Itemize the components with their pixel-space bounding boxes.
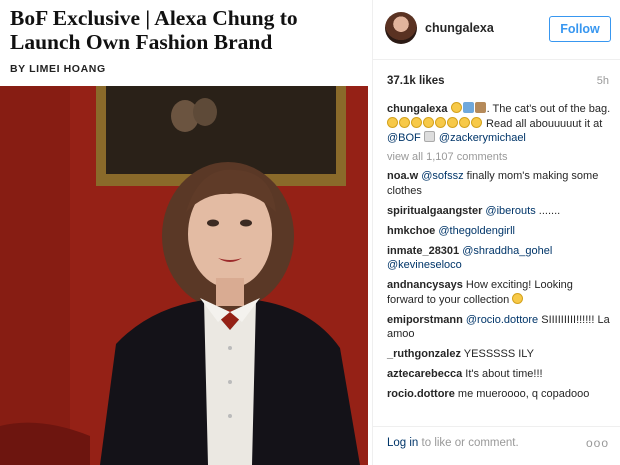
comment-item: inmate_28301 @shraddha_gohel @kevineselo… (387, 244, 612, 273)
post-caption: chungalexa . The cat's out of the bag. R… (387, 102, 612, 146)
comment-item: aztecarebecca It's about time!!! (387, 367, 612, 382)
avatar[interactable] (385, 12, 417, 44)
follow-button[interactable]: Follow (549, 16, 611, 42)
article-photo (0, 86, 368, 465)
smile-emoji-icon (447, 116, 458, 128)
comment-username[interactable]: spiritualgaangster (387, 205, 482, 217)
comment-username[interactable]: hmkchoe (387, 225, 435, 237)
comment-mention[interactable]: @iberouts (485, 205, 535, 217)
login-link[interactable]: Log in (387, 437, 418, 449)
caption-username[interactable]: chungalexa (387, 103, 448, 115)
comment-item: andnancysays How exciting! Looking forwa… (387, 278, 612, 307)
post-footer: Log in to like or comment. ooo (373, 426, 620, 465)
caption-mention-bof[interactable]: @BOF (387, 132, 421, 144)
portrait-illustration (0, 86, 368, 465)
post-header: chungalexa Follow (373, 0, 620, 60)
comment-item: spiritualgaangster @iberouts ....... (387, 204, 612, 219)
smile-emoji-icon (411, 116, 422, 128)
arrow-emoji-icon (462, 102, 474, 113)
caption-text-2: Read all abouuuuut it at (483, 117, 603, 130)
view-all-comments-link[interactable]: view all 1,107 comments (387, 150, 612, 165)
smile-emoji-icon (459, 116, 470, 128)
comment-username[interactable]: aztecarebecca (387, 368, 462, 380)
comment-username[interactable]: _ruthgonzalez (387, 348, 461, 360)
comment-mention[interactable]: @thegoldengirll (438, 225, 515, 237)
comment-text: finally mom's making some clothes (387, 170, 599, 197)
smile-emoji-icon (435, 116, 446, 128)
article-headline[interactable]: BoF Exclusive | Alexa Chung to Launch Ow… (10, 6, 362, 54)
post-username[interactable]: chungalexa (425, 21, 494, 35)
likes-count[interactable]: 37.1k likes (387, 75, 445, 87)
comment-mention[interactable]: @sofssz (421, 170, 463, 182)
comment-username[interactable]: inmate_28301 (387, 245, 459, 257)
post-timestamp[interactable]: 5h (597, 75, 609, 87)
likes-row: 37.1k likes 5h (387, 75, 609, 91)
smile-emoji-icon (471, 116, 482, 128)
more-options-icon[interactable]: ooo (586, 436, 609, 450)
smile-emoji-icon (387, 116, 398, 128)
login-prompt: Log in to like or comment. (387, 437, 519, 449)
newspaper-emoji-icon (423, 131, 435, 142)
smile-emoji-icon (423, 116, 434, 128)
comment-item: rocio.dottore me mueroooo, q copadooo (387, 387, 612, 402)
comment-text: It's about time!!! (462, 368, 543, 380)
comments-list: chungalexa . The cat's out of the bag. R… (387, 102, 612, 407)
comment-text: me mueroooo, q copadooo (454, 388, 590, 400)
smile-emoji-icon (512, 292, 524, 304)
comment-item: emiporstmann @rocio.dottore SIIIIIIIII!!… (387, 313, 612, 342)
article-panel: BoF Exclusive | Alexa Chung to Launch Ow… (0, 0, 368, 465)
instagram-embed: chungalexa Follow 37.1k likes 5h chungal… (372, 0, 620, 465)
smile-emoji-icon (399, 116, 410, 128)
comment-username[interactable]: rocio.dottore (387, 388, 455, 400)
comment-username[interactable]: andnancysays (387, 279, 463, 291)
article-byline: BY LIMEI HOANG (10, 63, 106, 75)
caption-text-1: . The cat's out of the bag. (486, 103, 611, 115)
comment-username[interactable]: noa.w (387, 170, 418, 182)
comment-mention[interactable]: @kevineseloco (387, 259, 462, 271)
caption-mention-zackery[interactable]: @zackerymichael (439, 132, 526, 144)
cat-emoji-icon (450, 102, 462, 113)
comment-mention[interactable]: @rocio.dottore (466, 314, 538, 326)
comment-item: hmkchoe @thegoldengirll (387, 224, 612, 239)
comment-username[interactable]: emiporstmann (387, 314, 463, 326)
comment-item: noa.w @sofssz finally mom's making some … (387, 169, 612, 198)
comment-mention[interactable]: @shraddha_gohel (462, 245, 552, 257)
comment-item: _ruthgonzalez YESSSSS ILY (387, 347, 612, 362)
comment-text: ....... (535, 204, 561, 217)
comment-text: YESSSSS ILY (460, 348, 534, 360)
login-prompt-text: to like or comment. (418, 437, 519, 449)
bag-emoji-icon (474, 102, 486, 113)
